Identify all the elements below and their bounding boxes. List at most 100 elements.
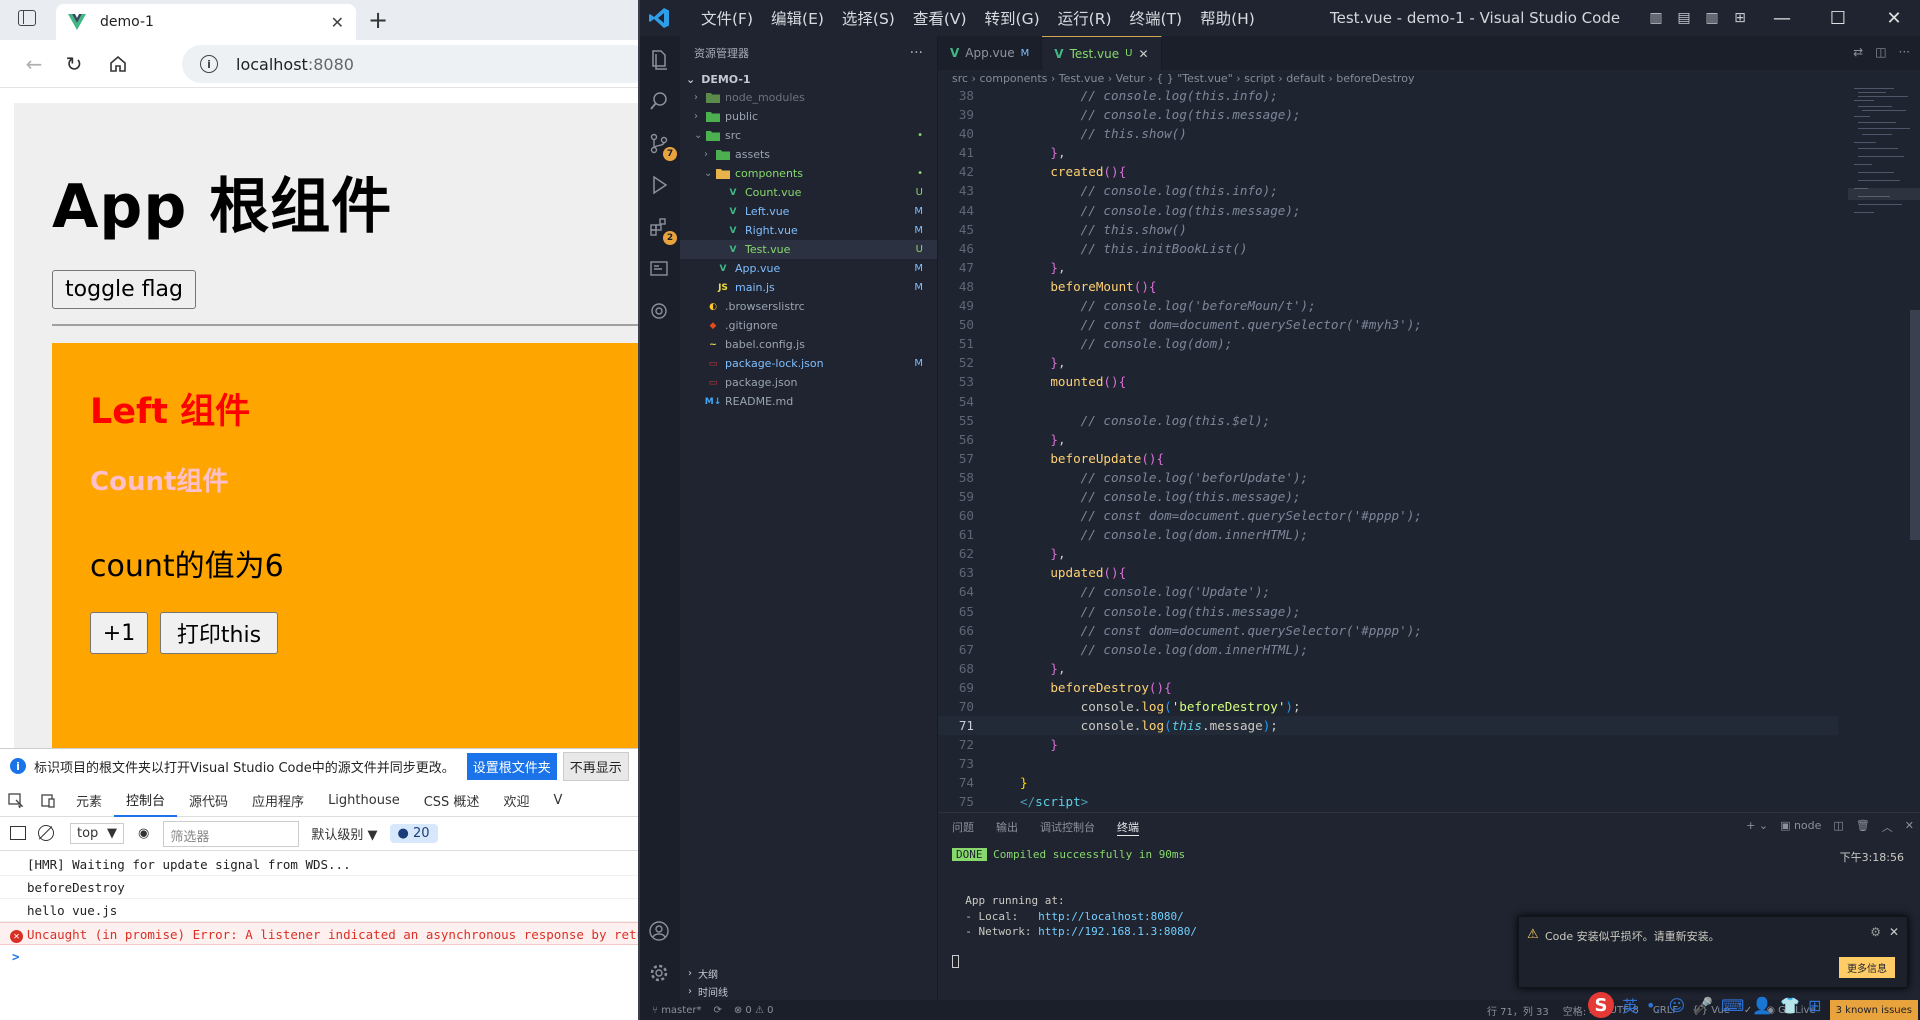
back-icon[interactable]: ←	[20, 50, 48, 78]
file-tree-item[interactable]: › assets	[680, 145, 937, 164]
breadcrumb[interactable]: src › components › Test.vue › Vetur › { …	[938, 70, 1920, 86]
code-line[interactable]: 48 beforeMount(){	[938, 277, 1838, 296]
file-tree-item[interactable]: V Count.vue U	[680, 183, 937, 202]
workspace-root[interactable]: ⌄ DEMO-1	[680, 70, 937, 88]
code-line[interactable]: 42 created(){	[938, 162, 1838, 181]
toggle-flag-button[interactable]: toggle flag	[52, 270, 196, 309]
file-tree-item[interactable]: V Right.vue M	[680, 221, 937, 240]
timeline-section[interactable]: › 时间线	[680, 982, 938, 1000]
console-error-line[interactable]: ✕ Uncaught (in promise) Error: A listener…	[0, 922, 640, 945]
outline-section[interactable]: › 大纲	[680, 964, 938, 982]
menu-item[interactable]: 转到(G)	[976, 7, 1049, 29]
terminal-shell[interactable]: ▣ node	[1780, 819, 1821, 835]
kill-terminal-icon[interactable]: 🗑	[1856, 819, 1870, 835]
close-window-icon[interactable]: ✕	[1866, 0, 1920, 36]
devtools-tab[interactable]: V	[541, 785, 574, 817]
panel-tab[interactable]: 输出	[996, 819, 1018, 835]
file-tree-item[interactable]: › public	[680, 107, 937, 126]
menu-item[interactable]: 查看(V)	[904, 7, 976, 29]
new-terminal-icon[interactable]: + ⌄	[1746, 819, 1768, 835]
extensions-icon[interactable]: 2	[648, 216, 677, 245]
code-line[interactable]: 61 // console.log(dom.innerHTML);	[938, 525, 1838, 544]
file-tree-item[interactable]: ◆ .gitignore	[680, 316, 937, 335]
sync-icon[interactable]: ⟳	[713, 1005, 721, 1016]
menu-item[interactable]: 帮助(H)	[1191, 7, 1264, 29]
ime-skin-icon[interactable]: 👕	[1780, 996, 1800, 1015]
minimap[interactable]	[1848, 86, 1920, 236]
maximize-panel-icon[interactable]: ︿	[1882, 819, 1893, 835]
code-line[interactable]: 52 },	[938, 353, 1838, 372]
inspect-icon[interactable]	[0, 785, 32, 817]
code-line[interactable]: 40 // this.show()	[938, 124, 1838, 143]
editor-more-icon[interactable]: ···	[1899, 45, 1910, 59]
problems-status[interactable]: ⊗ 0 ⚠ 0	[734, 1005, 774, 1016]
device-toggle-icon[interactable]	[32, 785, 64, 817]
menu-item[interactable]: 文件(F)	[692, 7, 762, 29]
ime-menu-icon[interactable]: ⊞	[1808, 996, 1821, 1015]
local-url-link[interactable]: http://localhost:8080/	[1038, 910, 1184, 923]
code-line[interactable]: 58 // console.log('beforUpdate');	[938, 468, 1838, 487]
print-this-button[interactable]: 打印this	[160, 612, 278, 654]
file-tree-item[interactable]: ▭ package.json	[680, 373, 937, 392]
toggle-panel-icon[interactable]: ▤	[1670, 8, 1698, 28]
code-line[interactable]: 50 // const dom=document.querySelector('…	[938, 315, 1838, 334]
file-tree-item[interactable]: ▭ package-lock.json M	[680, 354, 937, 373]
code-line[interactable]: 59 // console.log(this.message);	[938, 487, 1838, 506]
file-tree-item[interactable]: M↓ README.md	[680, 392, 937, 411]
code-line[interactable]: 69 beforeDestroy(){	[938, 678, 1838, 697]
file-tree-item[interactable]: V Left.vue M	[680, 202, 937, 221]
address-bar[interactable]: i localhost:8080	[182, 45, 640, 83]
compare-changes-icon[interactable]: ⇄	[1853, 45, 1863, 59]
code-line[interactable]: 56 },	[938, 430, 1838, 449]
notification-close-icon[interactable]: ✕	[1889, 925, 1899, 939]
customize-layout-icon[interactable]: ⊞	[1726, 8, 1754, 28]
file-tree-item[interactable]: ⌄ components •	[680, 164, 937, 183]
code-line[interactable]: 55 // console.log(this.$el);	[938, 411, 1838, 430]
code-line[interactable]: 70 console.log('beforeDestroy');	[938, 697, 1838, 716]
code-line[interactable]: 63 updated(){	[938, 563, 1838, 582]
code-line[interactable]: 60 // const dom=document.querySelector('…	[938, 506, 1838, 525]
ime-punctuation-icon[interactable]: •,	[1646, 996, 1661, 1015]
code-line[interactable]: 57 beforeUpdate(){	[938, 449, 1838, 468]
file-tree-item[interactable]: V App.vue M	[680, 259, 937, 278]
devtools-tab[interactable]: 应用程序	[240, 785, 316, 817]
live-expression-icon[interactable]: ◉	[138, 826, 149, 841]
code-line[interactable]: 75 </script>	[938, 792, 1838, 811]
maximize-icon[interactable]: ☐	[1810, 0, 1866, 36]
network-url-link[interactable]: http://192.168.1.3:8080/	[1038, 925, 1197, 938]
menu-item[interactable]: 选择(S)	[833, 7, 904, 29]
settings-gear-icon[interactable]	[648, 962, 672, 986]
search-icon[interactable]	[648, 90, 672, 114]
file-tree-item[interactable]: JS main.js M	[680, 278, 937, 297]
file-tree-item[interactable]: ◐ .browserslistrc	[680, 297, 937, 316]
code-line[interactable]: 46 // this.initBookList()	[938, 239, 1838, 258]
reload-icon[interactable]: ↻	[60, 50, 88, 78]
toggle-secondary-sidebar-icon[interactable]: ▥	[1698, 8, 1726, 28]
split-terminal-icon[interactable]: ◫	[1833, 819, 1843, 835]
ime-user-icon[interactable]: 👤	[1752, 996, 1772, 1015]
code-line[interactable]: 39 // console.log(this.message);	[938, 105, 1838, 124]
code-line[interactable]: 54	[938, 392, 1838, 411]
file-tree-item[interactable]: ⌄ src •	[680, 126, 937, 145]
tab-app-vue[interactable]: V App.vue M	[938, 36, 1043, 70]
devtools-tab[interactable]: 欢迎	[491, 785, 541, 817]
code-line[interactable]: 47 },	[938, 258, 1838, 277]
context-select[interactable]: top ▼	[70, 823, 124, 844]
remote-explorer-icon[interactable]	[648, 258, 672, 282]
code-editor[interactable]: 38 // console.log(this.info); 39 // conso…	[938, 86, 1838, 812]
minimize-icon[interactable]: —	[1754, 0, 1810, 36]
panel-tab[interactable]: 问题	[952, 819, 974, 835]
code-line[interactable]: 53 mounted(){	[938, 372, 1838, 391]
menu-item[interactable]: 编辑(E)	[762, 7, 833, 29]
browser-tab[interactable]: demo-1 ✕	[56, 4, 356, 40]
console-filter-input[interactable]: 筛选器	[163, 820, 300, 847]
message-count-badge[interactable]: ● 20	[389, 824, 438, 843]
code-line[interactable]: 65 // console.log(this.message);	[938, 602, 1838, 621]
code-line[interactable]: 51 // console.log(dom);	[938, 334, 1838, 353]
file-tree-item[interactable]: › node_modules	[680, 88, 937, 107]
more-info-button[interactable]: 更多信息	[1839, 957, 1895, 978]
site-info-icon[interactable]: i	[200, 55, 218, 73]
devtools-tab[interactable]: 源代码	[177, 785, 240, 817]
code-line[interactable]: 66 // const dom=document.querySelector('…	[938, 621, 1838, 640]
tab-actions-icon[interactable]	[18, 10, 36, 26]
